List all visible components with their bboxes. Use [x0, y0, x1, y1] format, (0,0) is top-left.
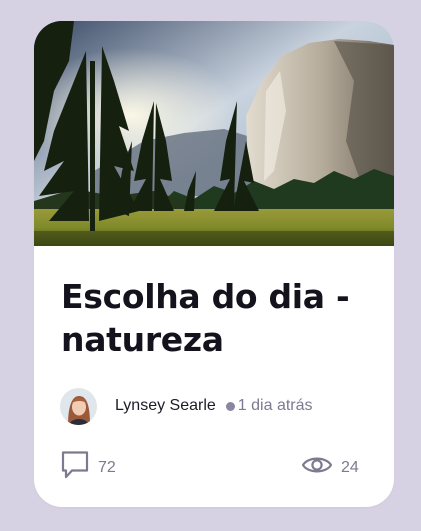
eye-icon — [301, 457, 333, 473]
views-stat[interactable]: 24 — [301, 449, 359, 481]
comments-count: 72 — [98, 459, 116, 476]
author-meta: Lynsey Searle 1 dia atrás — [60, 387, 313, 425]
hero-image — [34, 21, 394, 246]
card-title[interactable]: Escolha do dia - natureza — [61, 275, 371, 361]
post-time: 1 dia atrás — [237, 397, 313, 414]
comments-stat[interactable]: 72 — [60, 449, 116, 481]
author-name[interactable]: Lynsey Searle — [115, 397, 216, 415]
avatar[interactable] — [60, 387, 97, 425]
separator-dot — [225, 401, 235, 411]
views-count: 24 — [341, 459, 359, 476]
article-card[interactable]: Escolha do dia - natureza Lynsey Searle … — [34, 21, 394, 507]
speech-bubble-icon — [61, 451, 89, 479]
